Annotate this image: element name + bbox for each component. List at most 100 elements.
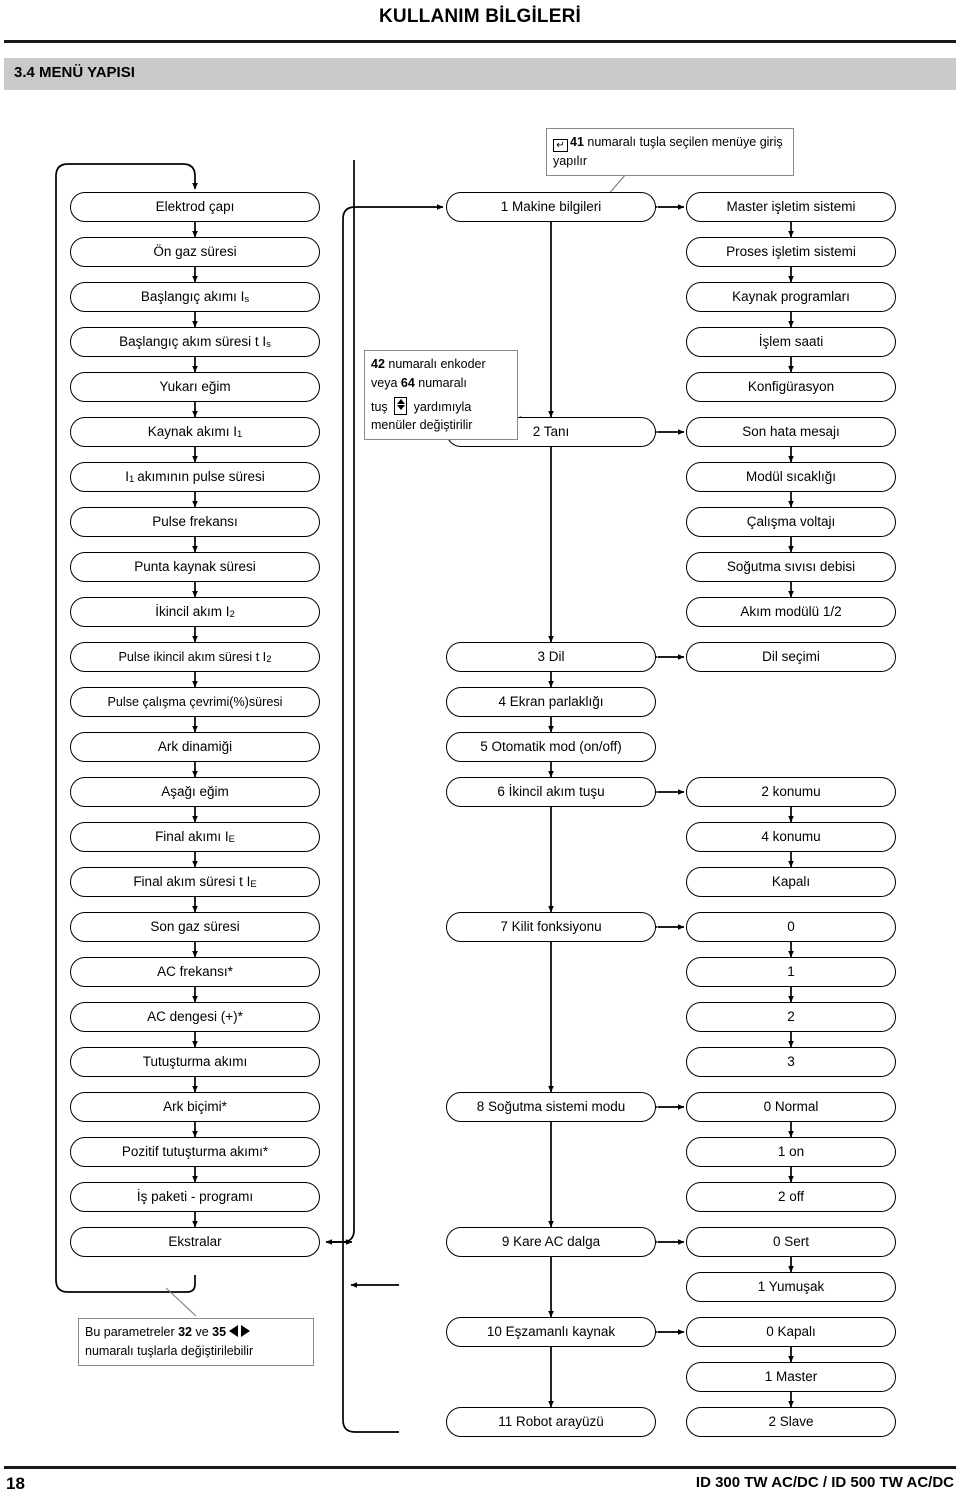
node-label: Pozitif tutuşturma akımı*	[121, 1144, 269, 1160]
node-kilit-fonksiyonu[interactable]: 7 Kilit fonksiyonu	[446, 912, 656, 942]
node-pozitif-tutusturma-akimi[interactable]: Pozitif tutuşturma akımı*	[70, 1137, 320, 1167]
node-label: Pulse frekansı	[152, 514, 238, 530]
node-label: 2 Tanı	[532, 424, 570, 440]
node-label: AC dengesi (+)*	[147, 1009, 243, 1025]
node-eszamanli-kaynak[interactable]: 10 Eşzamanlı kaynak	[446, 1317, 656, 1347]
node-ekran-parlakligi[interactable]: 4 Ekran parlaklığı	[446, 687, 656, 717]
node-dil[interactable]: 3 Dil	[446, 642, 656, 672]
node-lock-1[interactable]: 1	[686, 957, 896, 987]
page-number: 18	[6, 1474, 25, 1493]
callout-params-pre: Bu parametreler	[85, 1325, 179, 1339]
node-dil-secimi[interactable]: Dil seçimi	[686, 642, 896, 672]
node-son-hata-mesaji[interactable]: Son hata mesajı	[686, 417, 896, 447]
node-label: Elektrod çapı	[155, 199, 235, 215]
callout-encoder-post2: numaralı	[414, 375, 467, 390]
node-label: 2 konumu	[761, 784, 821, 800]
node-asagi-egim[interactable]: Aşağı eğim	[70, 777, 320, 807]
node-kapali[interactable]: Kapalı	[686, 867, 896, 897]
node-label: 0 Kapalı	[766, 1324, 816, 1340]
node-subscript: 2	[266, 654, 272, 666]
node-cooling-0-normal[interactable]: 0 Normal	[686, 1092, 896, 1122]
node-2-konumu[interactable]: 2 konumu	[686, 777, 896, 807]
node-lock-3[interactable]: 3	[686, 1047, 896, 1077]
node-sync-0-kapali[interactable]: 0 Kapalı	[686, 1317, 896, 1347]
node-label: Modül sıcaklığı	[745, 469, 837, 485]
callout-encoder-line2: veya 64 numaralı	[371, 374, 511, 393]
node-lock-0[interactable]: 0	[686, 912, 896, 942]
node-cooling-2-off[interactable]: 2 off	[686, 1182, 896, 1212]
node-pulse-calisma-cevrimi[interactable]: Pulse çalışma çevrimi(%)süresi	[70, 687, 320, 717]
node-punta-kaynak-suresi[interactable]: Punta kaynak süresi	[70, 552, 320, 582]
node-is-paketi-programi[interactable]: İş paketi - programı	[70, 1182, 320, 1212]
node-konfigurasyon[interactable]: Konfigürasyon	[686, 372, 896, 402]
node-label: Ekstralar	[168, 1234, 222, 1250]
node-ikincil-akim[interactable]: İkincil akım I2	[70, 597, 320, 627]
node-tutusturma-akimi[interactable]: Tutuşturma akımı	[70, 1047, 320, 1077]
node-pulse-suresi-i1[interactable]: I 1 akımının pulse süresi	[70, 462, 320, 492]
node-makine-bilgileri[interactable]: 1 Makine bilgileri	[446, 192, 656, 222]
node-label: Son gaz süresi	[150, 919, 240, 935]
node-ikincil-akim-tusu[interactable]: 6 İkincil akım tuşu	[446, 777, 656, 807]
node-label: Final akım süresi t I	[133, 874, 251, 890]
node-baslangic-akim-suresi[interactable]: Başlangıç akım süresi t Is	[70, 327, 320, 357]
node-label: 2 off	[777, 1189, 805, 1205]
node-on-gaz-suresi[interactable]: Ön gaz süresi	[70, 237, 320, 267]
node-label: 3 Dil	[537, 649, 565, 665]
node-sogutma-sistemi-modu[interactable]: 8 Soğutma sistemi modu	[446, 1092, 656, 1122]
node-label: 0 Normal	[763, 1099, 819, 1115]
node-subscript: 1	[237, 429, 243, 441]
node-otomatik-mod[interactable]: 5 Otomatik mod (on/off)	[446, 732, 656, 762]
node-ark-dinamigi[interactable]: Ark dinamiği	[70, 732, 320, 762]
node-wave-1-yumusak[interactable]: 1 Yumuşak	[686, 1272, 896, 1302]
node-label: Ark dinamiği	[157, 739, 233, 755]
node-elektrod-capi[interactable]: Elektrod çapı	[70, 192, 320, 222]
node-label: Akım modülü 1/2	[740, 604, 842, 620]
node-kare-ac-dalga[interactable]: 9 Kare AC dalga	[446, 1227, 656, 1257]
node-pulse-ikincil-akim-suresi[interactable]: Pulse ikincil akım süresi t I2	[70, 642, 320, 672]
node-4-konumu[interactable]: 4 konumu	[686, 822, 896, 852]
node-modul-sicakligi[interactable]: Modül sıcaklığı	[686, 462, 896, 492]
node-label: 5 Otomatik mod (on/off)	[480, 739, 622, 755]
node-label: İşlem saati	[758, 334, 824, 350]
node-label: 6 İkincil akım tuşu	[497, 784, 605, 800]
node-pulse-frekansi[interactable]: Pulse frekansı	[70, 507, 320, 537]
node-label: Tutuşturma akımı	[142, 1054, 248, 1070]
node-ac-frekansi[interactable]: AC frekansı*	[70, 957, 320, 987]
node-label: Kapalı	[771, 874, 811, 890]
node-kaynak-akimi[interactable]: Kaynak akımı I1	[70, 417, 320, 447]
node-sogutma-sivisi-debisi[interactable]: Soğutma sıvısı debisi	[686, 552, 896, 582]
node-label: 9 Kare AC dalga	[501, 1234, 601, 1250]
header-divider	[4, 40, 956, 43]
node-label: Punta kaynak süresi	[134, 559, 256, 575]
node-akim-modulu[interactable]: Akım modülü 1/2	[686, 597, 896, 627]
node-kaynak-programlari[interactable]: Kaynak programları	[686, 282, 896, 312]
node-label: Başlangıç akım süresi t I	[119, 334, 267, 350]
node-ac-dengesi[interactable]: AC dengesi (+)*	[70, 1002, 320, 1032]
node-sync-2-slave[interactable]: 2 Slave	[686, 1407, 896, 1437]
node-ark-bicimi[interactable]: Ark biçimi*	[70, 1092, 320, 1122]
node-label: AC frekansı*	[157, 964, 233, 980]
callout-encoder-line3: tuş yardımıyla	[371, 393, 511, 417]
node-final-akimi[interactable]: Final akımı IE	[70, 822, 320, 852]
node-ekstralar[interactable]: Ekstralar	[70, 1227, 320, 1257]
node-son-gaz-suresi[interactable]: Son gaz süresi	[70, 912, 320, 942]
node-proses-isletim-sistemi[interactable]: Proses işletim sistemi	[686, 237, 896, 267]
callout-params-line1: Bu parametreler 32 ve 35	[85, 1323, 307, 1342]
node-islem-saati[interactable]: İşlem saati	[686, 327, 896, 357]
node-label: İş paketi - programı	[136, 1189, 254, 1205]
node-cooling-1-on[interactable]: 1 on	[686, 1137, 896, 1167]
callout-enter-key: ↵ 41 numaralı tuşla seçilen menüye giriş …	[546, 128, 794, 176]
node-label: 4 Ekran parlaklığı	[498, 694, 604, 710]
node-label: Soğutma sıvısı debisi	[726, 559, 856, 575]
callout-enter-bold: 41	[570, 135, 584, 149]
node-sync-1-master[interactable]: 1 Master	[686, 1362, 896, 1392]
node-baslangic-akimi[interactable]: Başlangıç akımı Is	[70, 282, 320, 312]
node-yukari-egim[interactable]: Yukarı eğim	[70, 372, 320, 402]
node-subscript: 2	[229, 609, 235, 621]
node-robot-arayuzu[interactable]: 11 Robot arayüzü	[446, 1407, 656, 1437]
node-final-akim-suresi[interactable]: Final akım süresi t IE	[70, 867, 320, 897]
node-calisma-voltaji[interactable]: Çalışma voltajı	[686, 507, 896, 537]
node-lock-2[interactable]: 2	[686, 1002, 896, 1032]
node-master-isletim-sistemi[interactable]: Master işletim sistemi	[686, 192, 896, 222]
node-wave-0-sert[interactable]: 0 Sert	[686, 1227, 896, 1257]
